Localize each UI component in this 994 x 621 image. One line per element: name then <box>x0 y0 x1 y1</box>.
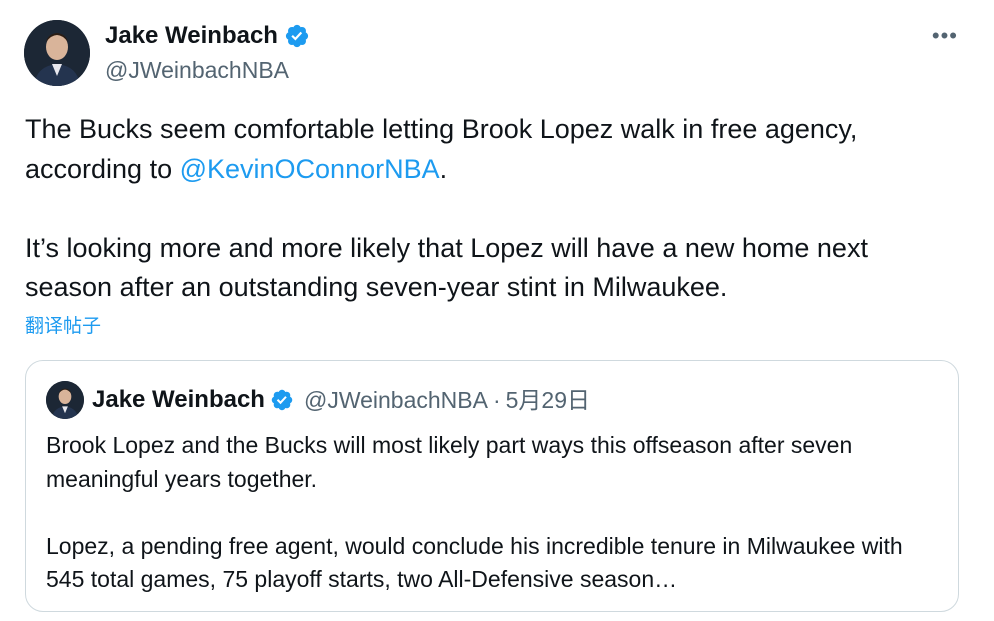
tweet-text: The Bucks seem comfortable letting Brook… <box>25 110 955 308</box>
quoted-paragraph-2: Lopez, a pending free agent, would concl… <box>46 532 903 593</box>
mention-link[interactable]: @KevinOConnorNBA <box>180 154 440 184</box>
quoted-author-avatar[interactable] <box>46 381 84 419</box>
quoted-tweet-header: Jake Weinbach @JWeinbachNBA · 5月29日 <box>46 381 590 419</box>
profile-photo-icon <box>24 20 90 86</box>
more-horizontal-icon[interactable]: ••• <box>932 25 958 47</box>
quoted-tweet-text: Brook Lopez and the Bucks will most like… <box>46 429 946 597</box>
tweet-text-suffix: . <box>439 153 448 184</box>
author-avatar[interactable] <box>24 20 90 86</box>
quoted-author-name: Jake Weinbach <box>92 386 265 413</box>
quoted-author-handle: @JWeinbachNBA <box>303 387 488 413</box>
author-name-row: Jake Weinbach <box>105 22 310 50</box>
tweet-paragraph-1: The Bucks seem comfortable letting Brook… <box>25 110 955 189</box>
author-display-name[interactable]: Jake Weinbach <box>105 22 278 50</box>
author-handle[interactable]: @JWeinbachNBA <box>105 56 289 84</box>
verified-badge-icon[interactable] <box>284 23 310 49</box>
tweet-paragraph-2: It’s looking more and more likely that L… <box>25 232 868 303</box>
translate-post-link[interactable]: 翻译帖子 <box>25 315 101 339</box>
profile-photo-icon <box>46 381 84 419</box>
tweet-card: Jake Weinbach @JWeinbachNBA ••• The Buck… <box>0 0 994 621</box>
quoted-tweet[interactable]: Jake Weinbach @JWeinbachNBA · 5月29日 Broo… <box>25 360 959 612</box>
separator-dot: · <box>492 386 501 413</box>
quoted-paragraph-1: Brook Lopez and the Bucks will most like… <box>46 432 853 492</box>
quoted-tweet-date: 5月29日 <box>505 387 591 413</box>
verified-badge-icon <box>270 388 294 412</box>
